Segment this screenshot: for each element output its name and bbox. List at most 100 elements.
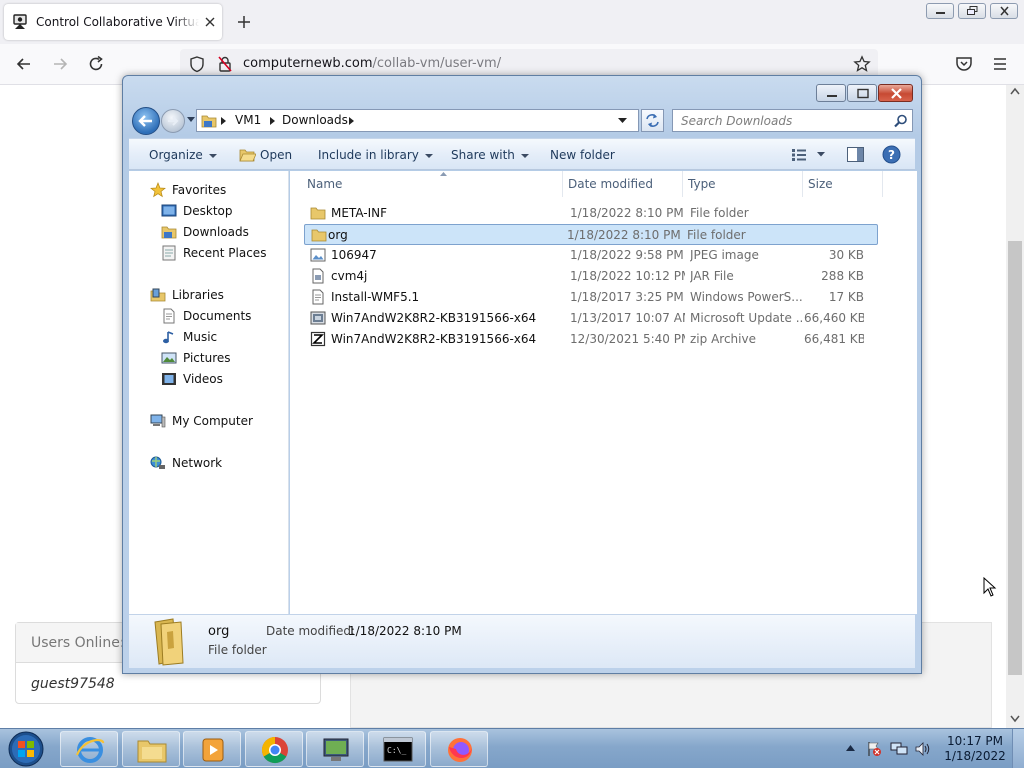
search-icon[interactable] bbox=[894, 114, 908, 128]
close-tab-icon[interactable] bbox=[203, 15, 217, 29]
include-in-library-button[interactable]: Include in library bbox=[318, 148, 433, 162]
help-icon[interactable]: ? bbox=[882, 145, 901, 164]
pocket-icon[interactable] bbox=[954, 54, 974, 74]
show-hidden-icons-arrow-icon[interactable] bbox=[846, 745, 855, 751]
browser-tab-bar: Control Collaborative Virtual Machine bbox=[0, 0, 1024, 44]
monitor-icon bbox=[323, 738, 349, 761]
details-pane: org File folder Date modified: 1/18/2022… bbox=[129, 614, 915, 668]
explorer-forward-button[interactable] bbox=[161, 109, 185, 133]
open-button[interactable]: Open bbox=[260, 148, 292, 162]
bookmark-star-icon[interactable] bbox=[853, 55, 871, 73]
network-status-icon[interactable] bbox=[890, 741, 908, 757]
reload-icon[interactable] bbox=[86, 54, 106, 74]
taskbar-windows-explorer[interactable] bbox=[122, 731, 180, 767]
forward-arrow-icon[interactable] bbox=[50, 54, 70, 74]
breadcrumb-separator-icon[interactable] bbox=[270, 117, 275, 125]
column-header-date-modified[interactable]: Date modified bbox=[563, 171, 683, 197]
action-center-flag-icon[interactable] bbox=[866, 741, 882, 757]
minimize-icon bbox=[827, 95, 837, 97]
column-header-name[interactable]: Name bbox=[302, 171, 563, 197]
taskbar-remote-desktop[interactable] bbox=[306, 731, 364, 767]
restore-icon bbox=[967, 6, 978, 15]
column-header-size[interactable]: Size bbox=[803, 171, 883, 197]
file-row[interactable]: Win7AndW2K8R2-KB3191566-x64 1/13/2017 10… bbox=[304, 308, 878, 329]
breadcrumb-downloads[interactable]: Downloads bbox=[282, 113, 348, 127]
column-header-type[interactable]: Type bbox=[683, 171, 803, 197]
chevron-down-icon bbox=[424, 153, 433, 158]
file-row[interactable]: 106947 1/18/2022 9:58 PM JPEG image 30 K… bbox=[304, 245, 878, 266]
back-arrow-icon[interactable] bbox=[14, 54, 34, 74]
taskbar-media-player[interactable] bbox=[183, 731, 241, 767]
folder-icon bbox=[137, 740, 167, 763]
start-button[interactable] bbox=[6, 730, 46, 768]
taskbar-firefox[interactable] bbox=[430, 731, 488, 767]
page-scrollbar[interactable] bbox=[1006, 85, 1024, 728]
lock-icon[interactable] bbox=[216, 55, 234, 73]
volume-speaker-icon[interactable] bbox=[914, 741, 932, 757]
refresh-arrows-icon bbox=[646, 114, 659, 127]
explorer-navigation-row: VM1 Downloads bbox=[129, 106, 917, 136]
forward-arrow-icon bbox=[168, 116, 179, 126]
tracking-shield-icon[interactable] bbox=[188, 55, 206, 73]
file-row[interactable]: META-INF 1/18/2022 8:10 PM File folder bbox=[304, 203, 878, 224]
taskbar-command-prompt[interactable]: C:\_ bbox=[368, 731, 426, 767]
explorer-refresh-button[interactable] bbox=[641, 109, 664, 132]
browser-tab-active[interactable]: Control Collaborative Virtual Machine bbox=[4, 4, 222, 40]
chrome-icon bbox=[261, 736, 288, 764]
file-row[interactable]: Install-WMF5.1 1/18/2017 3:25 PM Windows… bbox=[304, 287, 878, 308]
pictures-icon bbox=[161, 352, 177, 364]
file-row[interactable]: Win7AndW2K8R2-KB3191566-x64 12/30/2021 5… bbox=[304, 329, 878, 350]
explorer-back-button[interactable] bbox=[132, 107, 160, 135]
taskbar: C:\_ 10:17 PM 1/18/2022 bbox=[0, 728, 1024, 768]
search-downloads-box[interactable] bbox=[672, 109, 913, 132]
scroll-up-arrow-icon[interactable] bbox=[1010, 87, 1020, 95]
show-desktop-button[interactable] bbox=[1012, 729, 1024, 768]
file-row[interactable]: cvm4j 1/18/2022 10:12 PM JAR File 288 KB bbox=[304, 266, 878, 287]
system-clock[interactable]: 10:17 PM 1/18/2022 bbox=[940, 734, 1010, 764]
hamburger-menu-icon[interactable] bbox=[990, 54, 1010, 74]
script-file-icon bbox=[312, 289, 324, 305]
share-with-button[interactable]: Share with bbox=[451, 148, 529, 162]
browser-close-button[interactable] bbox=[990, 3, 1018, 19]
page-scrollbar-thumb[interactable] bbox=[1008, 241, 1022, 675]
folder-icon bbox=[311, 229, 327, 242]
users-online-label: Users Online: bbox=[31, 635, 125, 651]
open-folder-icon bbox=[239, 149, 256, 162]
organize-button[interactable]: Organize bbox=[149, 148, 217, 162]
minimize-icon bbox=[936, 12, 945, 14]
taskbar-internet-explorer[interactable] bbox=[60, 731, 118, 767]
file-row-selected[interactable]: org 1/18/2022 8:10 PM File folder bbox=[304, 224, 878, 245]
explorer-command-bar: Organize Open Include in library Share w… bbox=[129, 138, 915, 170]
new-folder-button[interactable]: New folder bbox=[550, 148, 615, 162]
downloads-folder-icon bbox=[161, 226, 177, 239]
user-item[interactable]: guest97548 bbox=[31, 676, 115, 692]
breadcrumb-separator-icon[interactable] bbox=[349, 117, 354, 125]
collabvm-favicon-icon bbox=[13, 14, 27, 29]
recent-pages-dropdown-icon[interactable] bbox=[187, 117, 195, 123]
preview-pane-icon[interactable] bbox=[847, 147, 864, 162]
recent-places-icon bbox=[162, 245, 176, 261]
explorer-close-button[interactable] bbox=[878, 84, 913, 102]
navigation-pane: Favorites Desktop Downloads Recent Place… bbox=[129, 171, 289, 614]
view-options-icon[interactable] bbox=[791, 148, 807, 162]
address-bar[interactable]: VM1 Downloads bbox=[196, 109, 639, 132]
explorer-minimize-button[interactable] bbox=[816, 84, 846, 102]
media-player-icon bbox=[202, 738, 224, 762]
new-tab-icon[interactable] bbox=[236, 14, 252, 30]
firefox-icon bbox=[448, 738, 472, 762]
scroll-down-arrow-icon[interactable] bbox=[1010, 715, 1020, 723]
breadcrumb-separator-icon[interactable] bbox=[221, 117, 226, 125]
star-icon bbox=[150, 182, 166, 198]
taskbar-chrome[interactable] bbox=[245, 731, 303, 767]
close-icon bbox=[1000, 6, 1009, 16]
explorer-maximize-button[interactable] bbox=[847, 84, 877, 102]
browser-restore-button[interactable] bbox=[958, 3, 986, 19]
breadcrumb-vm1[interactable]: VM1 bbox=[235, 113, 261, 127]
address-history-dropdown-icon[interactable] bbox=[618, 118, 627, 124]
image-file-icon bbox=[310, 248, 326, 262]
chevron-down-icon[interactable] bbox=[817, 152, 825, 157]
search-downloads-input[interactable] bbox=[673, 110, 887, 131]
url-text[interactable]: computernewb.com/collab-vm/user-vm/ bbox=[243, 56, 501, 71]
details-item-type: File folder bbox=[208, 643, 267, 657]
browser-minimize-button[interactable] bbox=[926, 3, 954, 19]
